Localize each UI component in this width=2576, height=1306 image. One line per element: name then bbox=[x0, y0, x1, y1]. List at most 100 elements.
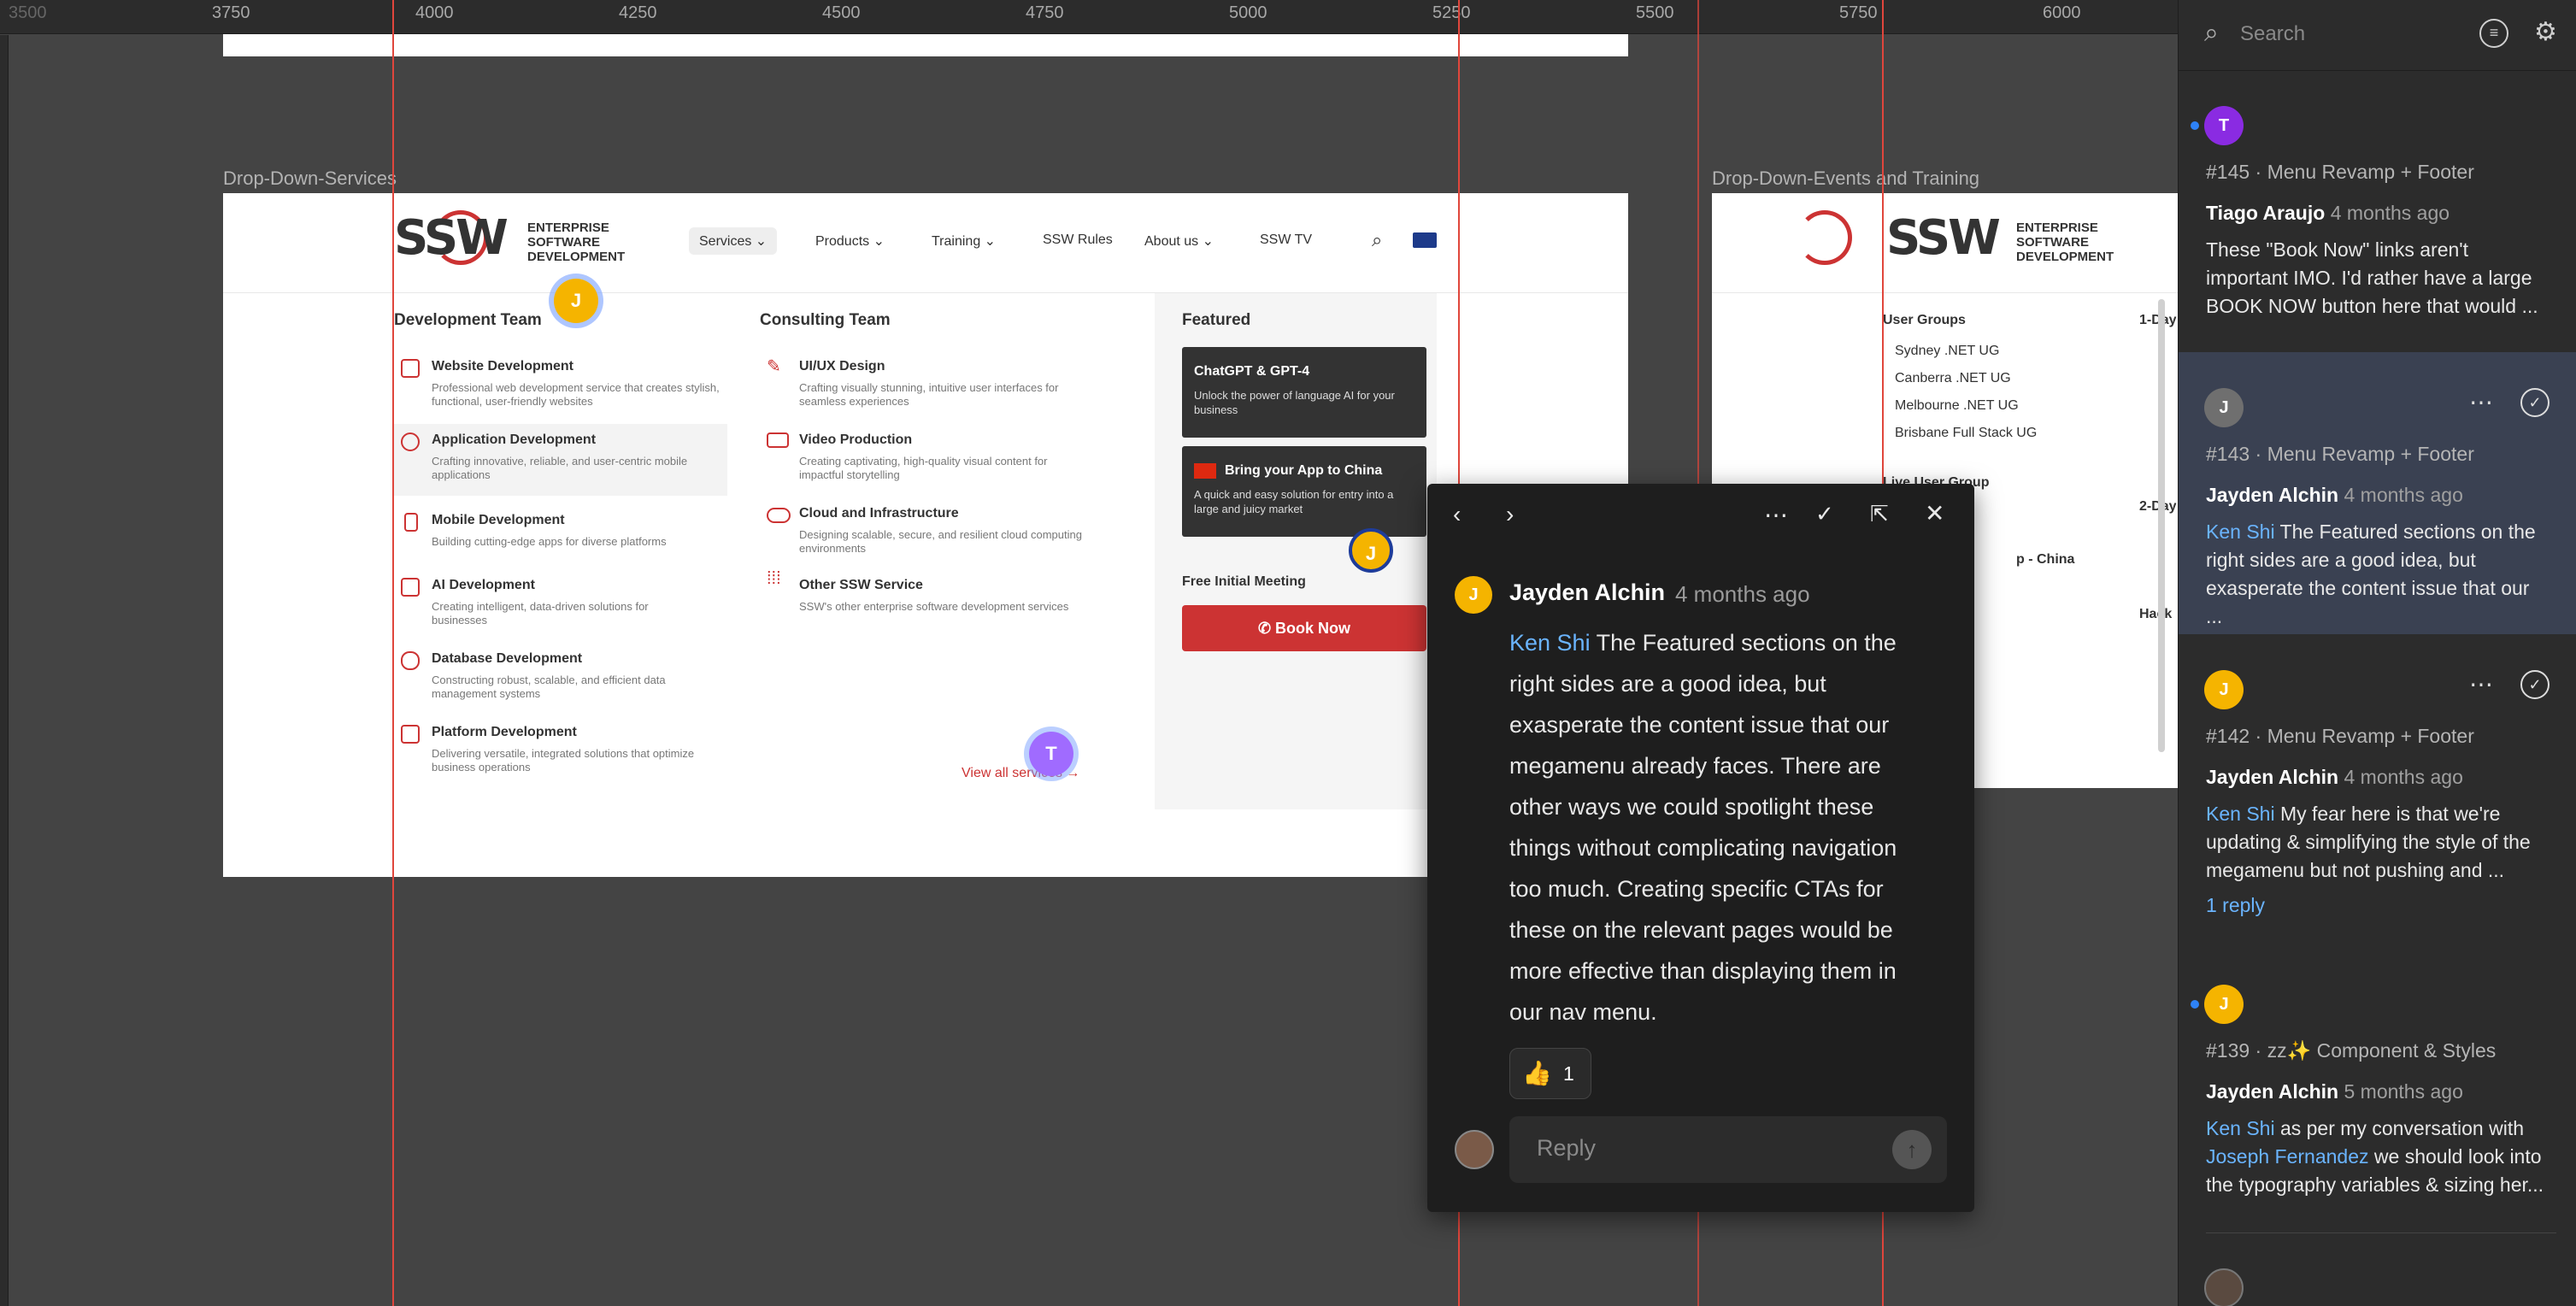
svc-website-title[interactable]: Website Development bbox=[432, 359, 573, 374]
thread-author: Tiago Araujo 4 months ago bbox=[2206, 202, 2450, 224]
ug-item[interactable]: Sydney .NET UG bbox=[1895, 344, 1999, 359]
close-icon[interactable]: ✕ bbox=[1925, 499, 1944, 527]
comment-body: Ken Shi The Featured sections on the rig… bbox=[1509, 630, 1897, 1025]
thread-title: #142 · Menu Revamp + Footer bbox=[2206, 725, 2474, 747]
featured-card-title: ChatGPT & GPT-4 bbox=[1194, 364, 1310, 379]
featured-card-chatgpt[interactable]: ChatGPT & GPT-4 Unlock the power of lang… bbox=[1182, 347, 1426, 438]
unread-dot bbox=[2191, 1000, 2199, 1009]
thread-avatar: J bbox=[2204, 388, 2244, 427]
svc-mobile-desc: Building cutting-edge apps for diverse p… bbox=[432, 535, 667, 548]
comment-popover[interactable]: ‹ › ⋯ ✓ ⇱ ✕ J Jayden Alchin 4 months ago… bbox=[1427, 484, 1974, 1212]
ug-item[interactable]: Brisbane Full Stack UG bbox=[1895, 426, 2037, 441]
user-groups-title: User Groups bbox=[1883, 313, 1966, 327]
frame-label-events[interactable]: Drop-Down-Events and Training bbox=[1712, 168, 1979, 190]
svc-other-title[interactable]: Other SSW Service bbox=[799, 578, 923, 593]
more-icon[interactable]: ⋯ bbox=[2469, 670, 2493, 698]
thread-item-selected[interactable]: J ⋯ ✓ #143 · Menu Revamp + Footer Jayden… bbox=[2179, 352, 2576, 634]
comment-time: 4 months ago bbox=[1675, 581, 1810, 607]
svc-ai-desc: Creating intelligent, data-driven soluti… bbox=[432, 600, 649, 627]
thread-title: #145 · Menu Revamp + Footer bbox=[2206, 161, 2474, 183]
thread-title: #143 · Menu Revamp + Footer bbox=[2206, 443, 2474, 465]
svc-platform-desc: Delivering versatile, integrated solutio… bbox=[432, 747, 695, 774]
svc-platform-title[interactable]: Platform Development bbox=[432, 725, 577, 740]
thread-item[interactable]: T #145 · Menu Revamp + Footer Tiago Arau… bbox=[2179, 85, 2576, 342]
thumbs-up-icon: 👍 bbox=[1522, 1060, 1552, 1086]
thread-item[interactable]: J #139 · zz✨ Component & Styles Jayden A… bbox=[2179, 983, 2576, 1239]
frame-label-services[interactable]: Drop-Down-Services bbox=[223, 168, 397, 190]
flag-icon[interactable] bbox=[1413, 232, 1437, 248]
svc-ai-title[interactable]: AI Development bbox=[432, 578, 535, 593]
thread-body: Ken Shi My fear here is that we're updat… bbox=[2206, 803, 2531, 881]
comment-author: Jayden Alchin bbox=[1509, 579, 1666, 605]
search-icon[interactable]: ⌕ bbox=[1372, 229, 1382, 251]
nav-training[interactable]: Training ⌄ bbox=[932, 232, 996, 250]
website-icon bbox=[401, 359, 420, 378]
thread-body: Ken Shi as per my conversation with Jose… bbox=[2206, 1117, 2544, 1196]
frame-top-partial bbox=[223, 34, 1628, 56]
svc-uiux-title[interactable]: UI/UX Design bbox=[799, 359, 885, 374]
china-partial[interactable]: p - China bbox=[2016, 552, 2074, 568]
comment-pin-avatar-active[interactable]: J bbox=[1349, 528, 1393, 573]
resolve-check-icon[interactable]: ✓ bbox=[2520, 388, 2550, 417]
comment-pin-avatar[interactable]: T bbox=[1029, 732, 1073, 776]
more-icon[interactable]: ⋯ bbox=[1764, 501, 1788, 529]
resolve-check-icon[interactable]: ✓ bbox=[1815, 501, 1834, 527]
nav-ssw-tv[interactable]: SSW TV bbox=[1260, 232, 1312, 248]
nav-services[interactable]: Services ⌄ bbox=[689, 227, 778, 255]
frame-drop-down-services[interactable]: SSW ENTERPRISE SOFTWARE DEVELOPMENT Servic… bbox=[223, 193, 1628, 877]
reaction-count: 1 bbox=[1563, 1062, 1574, 1085]
reply-placeholder: Reply bbox=[1537, 1135, 1597, 1161]
thread-body: These "Book Now" links aren't important … bbox=[2206, 238, 2538, 317]
svc-other-desc: SSW's other enterprise software developm… bbox=[799, 600, 1069, 613]
thread-author: Jayden Alchin 4 months ago bbox=[2206, 484, 2463, 506]
svc-video-title[interactable]: Video Production bbox=[799, 432, 912, 448]
svc-application-desc: Crafting innovative, reliable, and user-… bbox=[432, 455, 688, 481]
send-arrow-icon[interactable]: ↑ bbox=[1892, 1130, 1932, 1169]
svc-application-title[interactable]: Application Development bbox=[432, 432, 596, 448]
chevron-right-icon[interactable]: › bbox=[1506, 501, 1514, 528]
nav-ssw-rules[interactable]: SSW Rules bbox=[1043, 232, 1113, 248]
featured-card-china[interactable]: Bring your App to China A quick and easy… bbox=[1182, 446, 1426, 537]
thread-avatar: T bbox=[2204, 106, 2244, 145]
search-input[interactable]: Search bbox=[2240, 22, 2305, 46]
thread-item[interactable]: J ⋯ ✓ #142 · Menu Revamp + Footer Jayden… bbox=[2179, 634, 2576, 925]
svc-database-title[interactable]: Database Development bbox=[432, 651, 582, 667]
reaction-pill[interactable]: 👍 1 bbox=[1509, 1048, 1591, 1099]
nav-products[interactable]: Products ⌄ bbox=[815, 232, 885, 250]
ug-item[interactable]: Melbourne .NET UG bbox=[1895, 398, 2019, 414]
search-icon: ⌕ bbox=[2204, 19, 2219, 47]
svc-cloud-title[interactable]: Cloud and Infrastructure bbox=[799, 506, 959, 521]
ruler-label: 4250 bbox=[619, 3, 657, 22]
svc-database-desc: Constructing robust, scalable, and effic… bbox=[432, 674, 666, 700]
ruler-label: 5000 bbox=[1229, 3, 1267, 22]
ruler-label: 3750 bbox=[212, 3, 250, 22]
reply-count-link[interactable]: 1 reply bbox=[2206, 894, 2265, 917]
open-external-icon[interactable]: ⇱ bbox=[1870, 501, 1889, 527]
mention[interactable]: Ken Shi bbox=[1509, 630, 1591, 656]
nav-about-us[interactable]: About us ⌄ bbox=[1144, 232, 1214, 250]
thread-author: Jayden Alchin 4 months ago bbox=[2206, 766, 2463, 788]
application-icon bbox=[401, 432, 420, 451]
scrollbar[interactable] bbox=[2158, 299, 2165, 752]
ssw-logo[interactable]: SSW bbox=[394, 210, 509, 266]
svc-mobile-title[interactable]: Mobile Development bbox=[432, 513, 565, 528]
cloud-icon bbox=[767, 508, 791, 523]
more-icon[interactable]: ⋯ bbox=[2469, 388, 2493, 416]
ug-item[interactable]: Canberra .NET UG bbox=[1895, 371, 2011, 386]
divider bbox=[2206, 1232, 2556, 1233]
resolve-check-icon[interactable]: ✓ bbox=[2520, 670, 2550, 699]
book-now-button[interactable]: ✆ Book Now bbox=[1182, 605, 1426, 651]
filter-icon[interactable]: ≡ bbox=[2479, 19, 2508, 48]
col2-title: Hack bbox=[2139, 607, 2173, 621]
thread-avatar: J bbox=[2204, 985, 2244, 1024]
ai-chip-icon bbox=[401, 578, 420, 597]
featured-card-title: Bring your App to China bbox=[1225, 463, 1383, 478]
comment-pin-avatar[interactable]: J bbox=[554, 279, 598, 323]
settings-sliders-icon[interactable]: ⚙ bbox=[2534, 17, 2557, 47]
reply-input[interactable]: Reply ↑ bbox=[1509, 1116, 1947, 1183]
chevron-left-icon[interactable]: ‹ bbox=[1453, 501, 1461, 528]
ruler-label: 5500 bbox=[1636, 3, 1674, 22]
guide-line bbox=[392, 0, 394, 1306]
ruler-label: 6000 bbox=[2043, 3, 2081, 22]
ruler-label: 4500 bbox=[822, 3, 861, 22]
